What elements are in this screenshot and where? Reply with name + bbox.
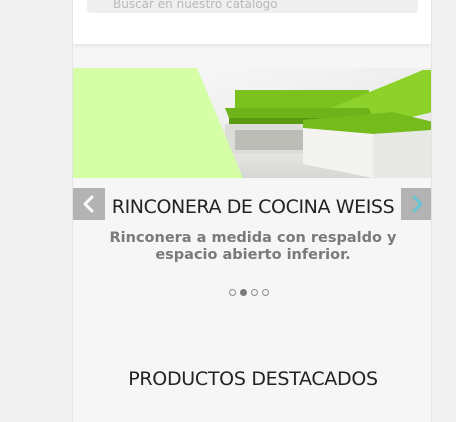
slide-description: Rinconera a medida con respaldo y espaci…: [109, 230, 397, 263]
section-title-featured: PRODUCTOS DESTACADOS: [128, 368, 378, 390]
search-input[interactable]: [87, 0, 418, 13]
slider-dot-2[interactable]: [240, 289, 247, 296]
slider-dot-4[interactable]: [262, 289, 269, 296]
slider-dot-1[interactable]: [229, 289, 236, 296]
slider-dot-3[interactable]: [251, 289, 258, 296]
slider-pagination: [229, 289, 269, 296]
slide-image[interactable]: [73, 68, 432, 178]
slide-title: RINCONERA DE COCINA WEISS: [111, 196, 395, 218]
main-column: RINCONERA DE COCINA WEISS Rinconera a me…: [72, 0, 432, 422]
search-card: [73, 0, 431, 44]
